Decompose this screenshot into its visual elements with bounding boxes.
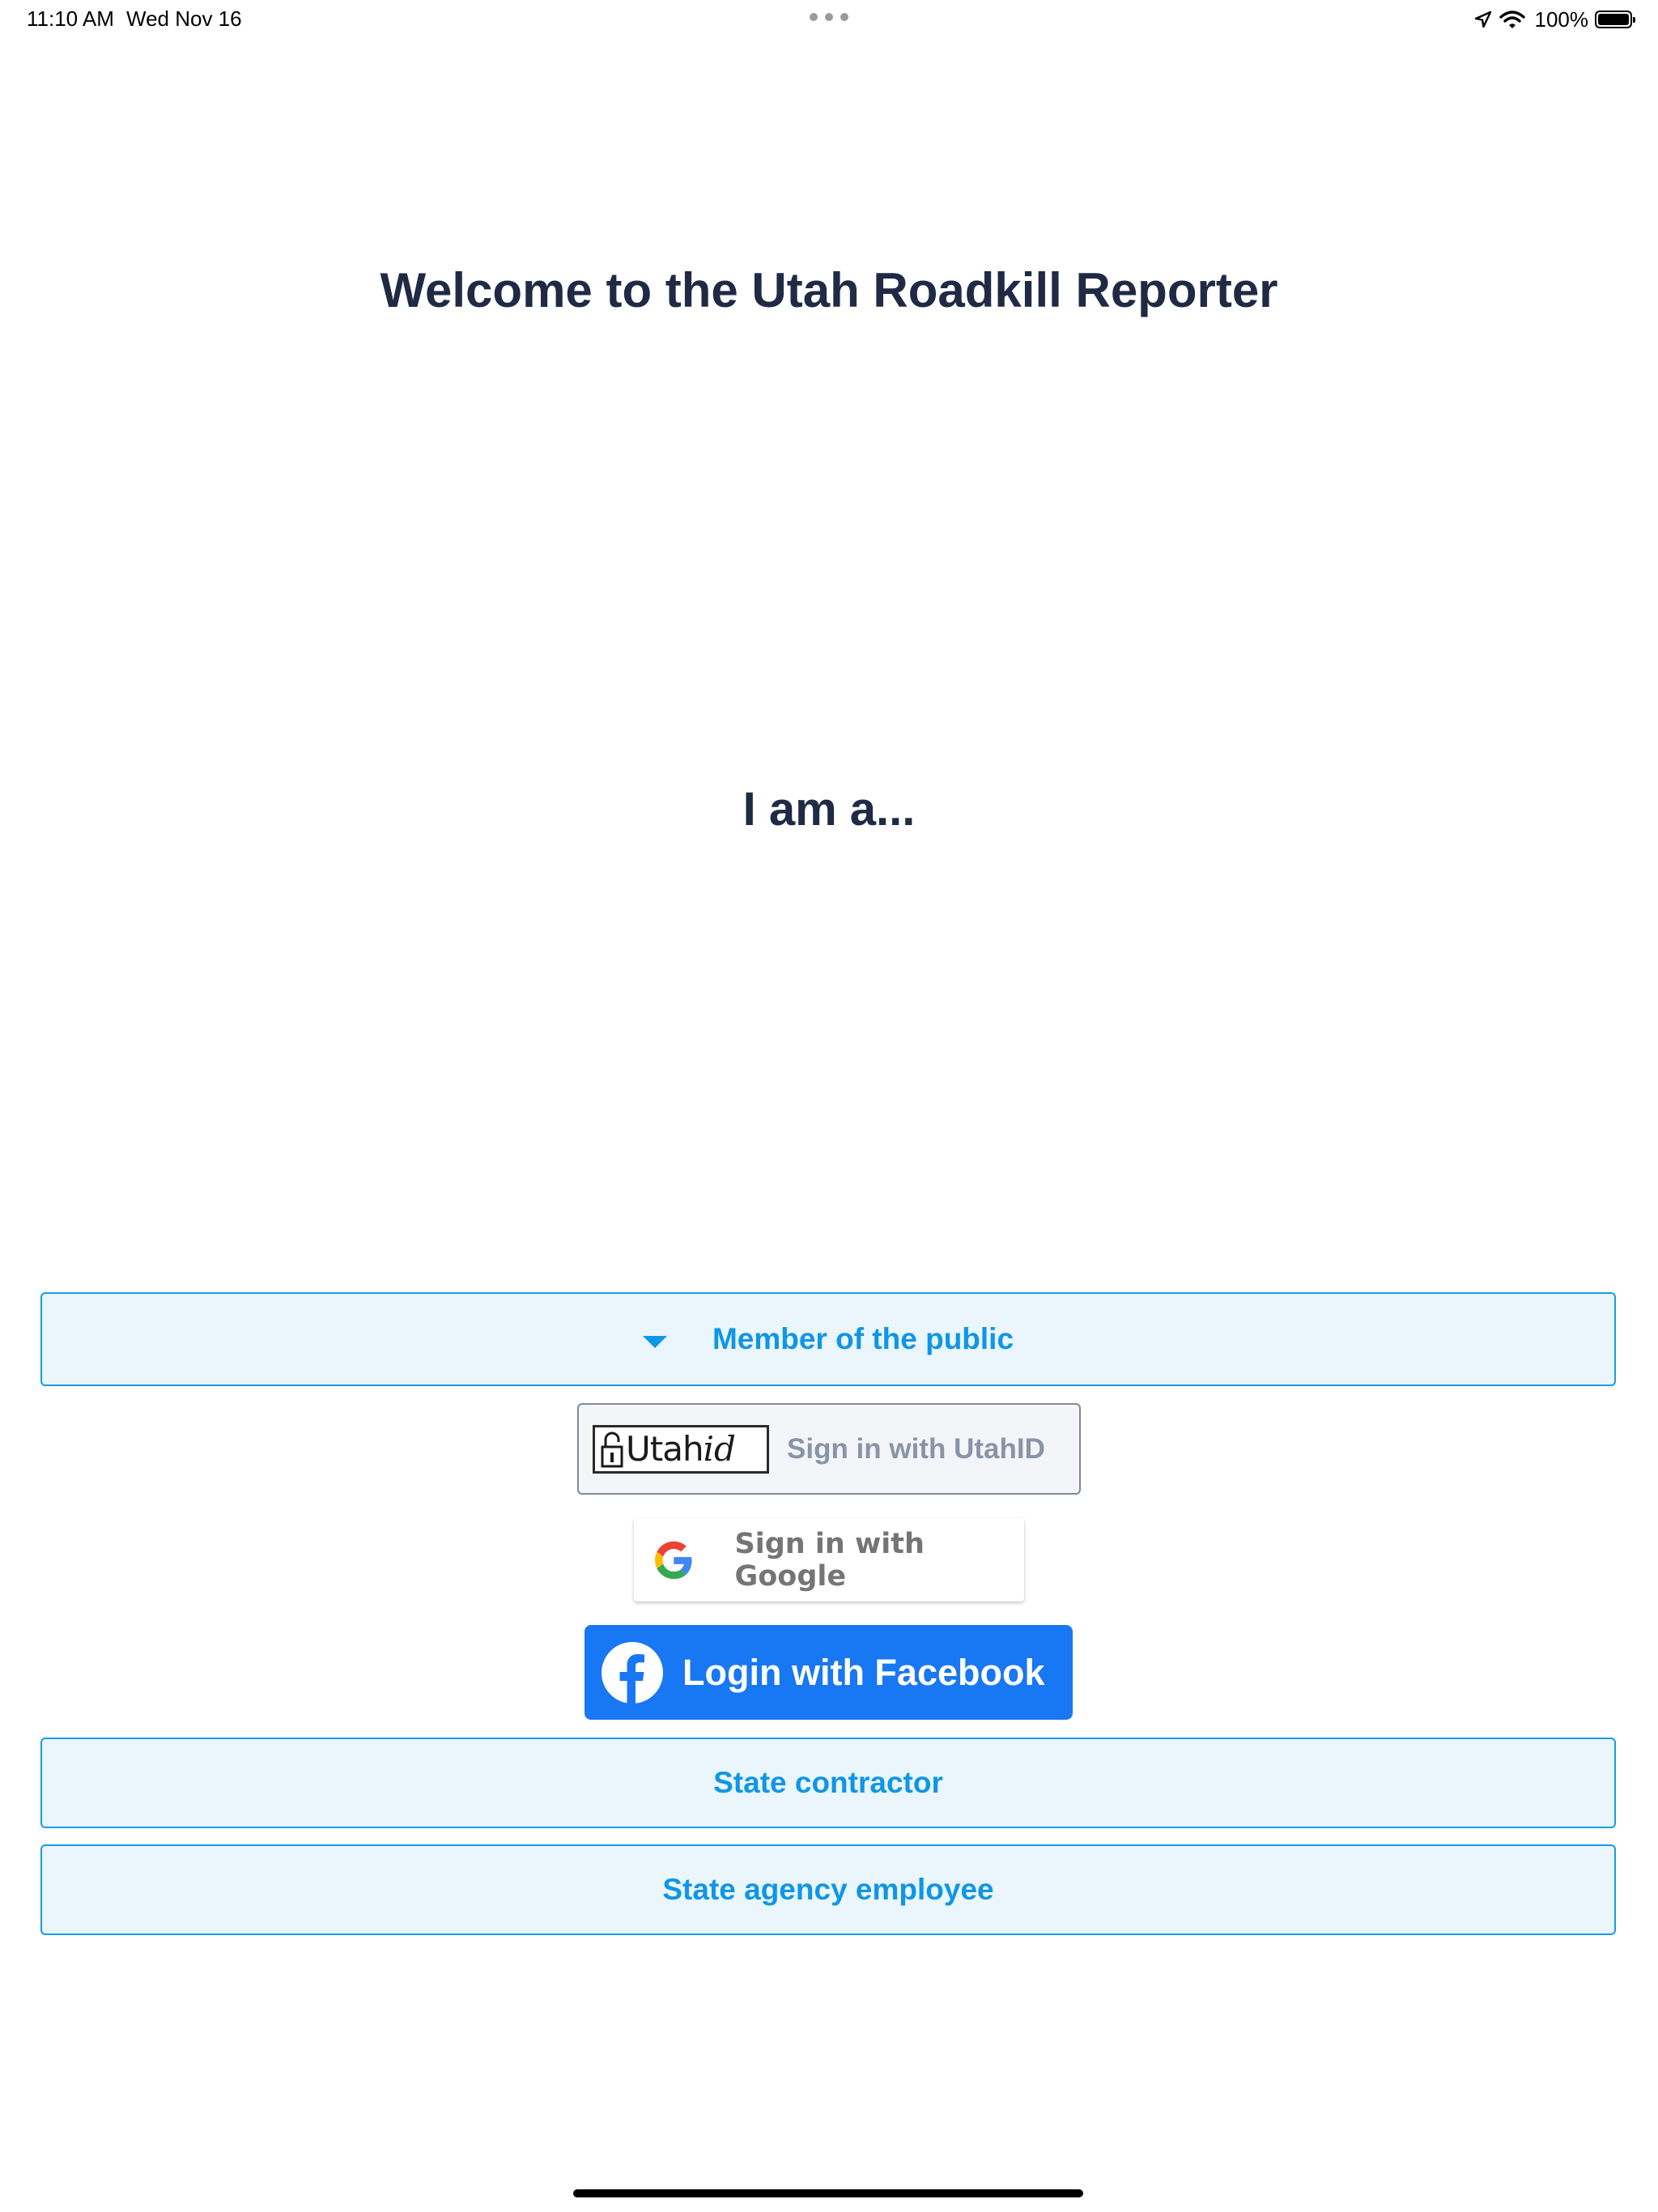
utahid-signin-label: Sign in with UtahID [787,1432,1045,1465]
state-contractor-button[interactable]: State contractor [40,1738,1616,1828]
utahid-signin-button[interactable]: Utah id Sign in with UtahID [577,1403,1081,1495]
google-g-icon [655,1541,692,1579]
location-arrow-icon [1474,11,1491,28]
status-date: Wed Nov 16 [126,6,242,31]
battery-icon [1595,11,1635,28]
state-agency-employee-label: State agency employee [662,1873,994,1906]
lock-icon [601,1431,623,1467]
facebook-f-icon [602,1641,663,1704]
google-signin-button[interactable]: Sign in with Google [634,1518,1024,1602]
wifi-icon [1499,11,1525,28]
google-signin-label: Sign in with Google [734,1527,925,1593]
caret-down-icon [642,1335,667,1348]
utahid-logo-id: id [703,1429,736,1469]
home-indicator[interactable] [573,2189,1083,2197]
state-contractor-label: State contractor [713,1766,943,1799]
state-agency-employee-button[interactable]: State agency employee [40,1844,1616,1935]
battery-percentage: 100% [1534,6,1589,32]
member-of-public-button[interactable]: Member of the public [40,1292,1616,1386]
page-title: Welcome to the Utah Roadkill Reporter [380,263,1278,317]
status-time: 11:10 AM [27,6,114,31]
utahid-logo-utah: Utah [626,1429,704,1469]
member-of-public-label: Member of the public [712,1322,1014,1355]
utahid-logo: Utah id [593,1424,769,1474]
status-bar: 11:10 AM Wed Nov 16 100% [0,0,1658,40]
facebook-login-button[interactable]: Login with Facebook [585,1625,1073,1720]
facebook-login-label: Login with Facebook [682,1651,1045,1693]
multitasking-dots-icon[interactable] [810,13,848,23]
role-prompt: I am a... [742,783,916,836]
status-indicators: 100% [1473,5,1635,34]
